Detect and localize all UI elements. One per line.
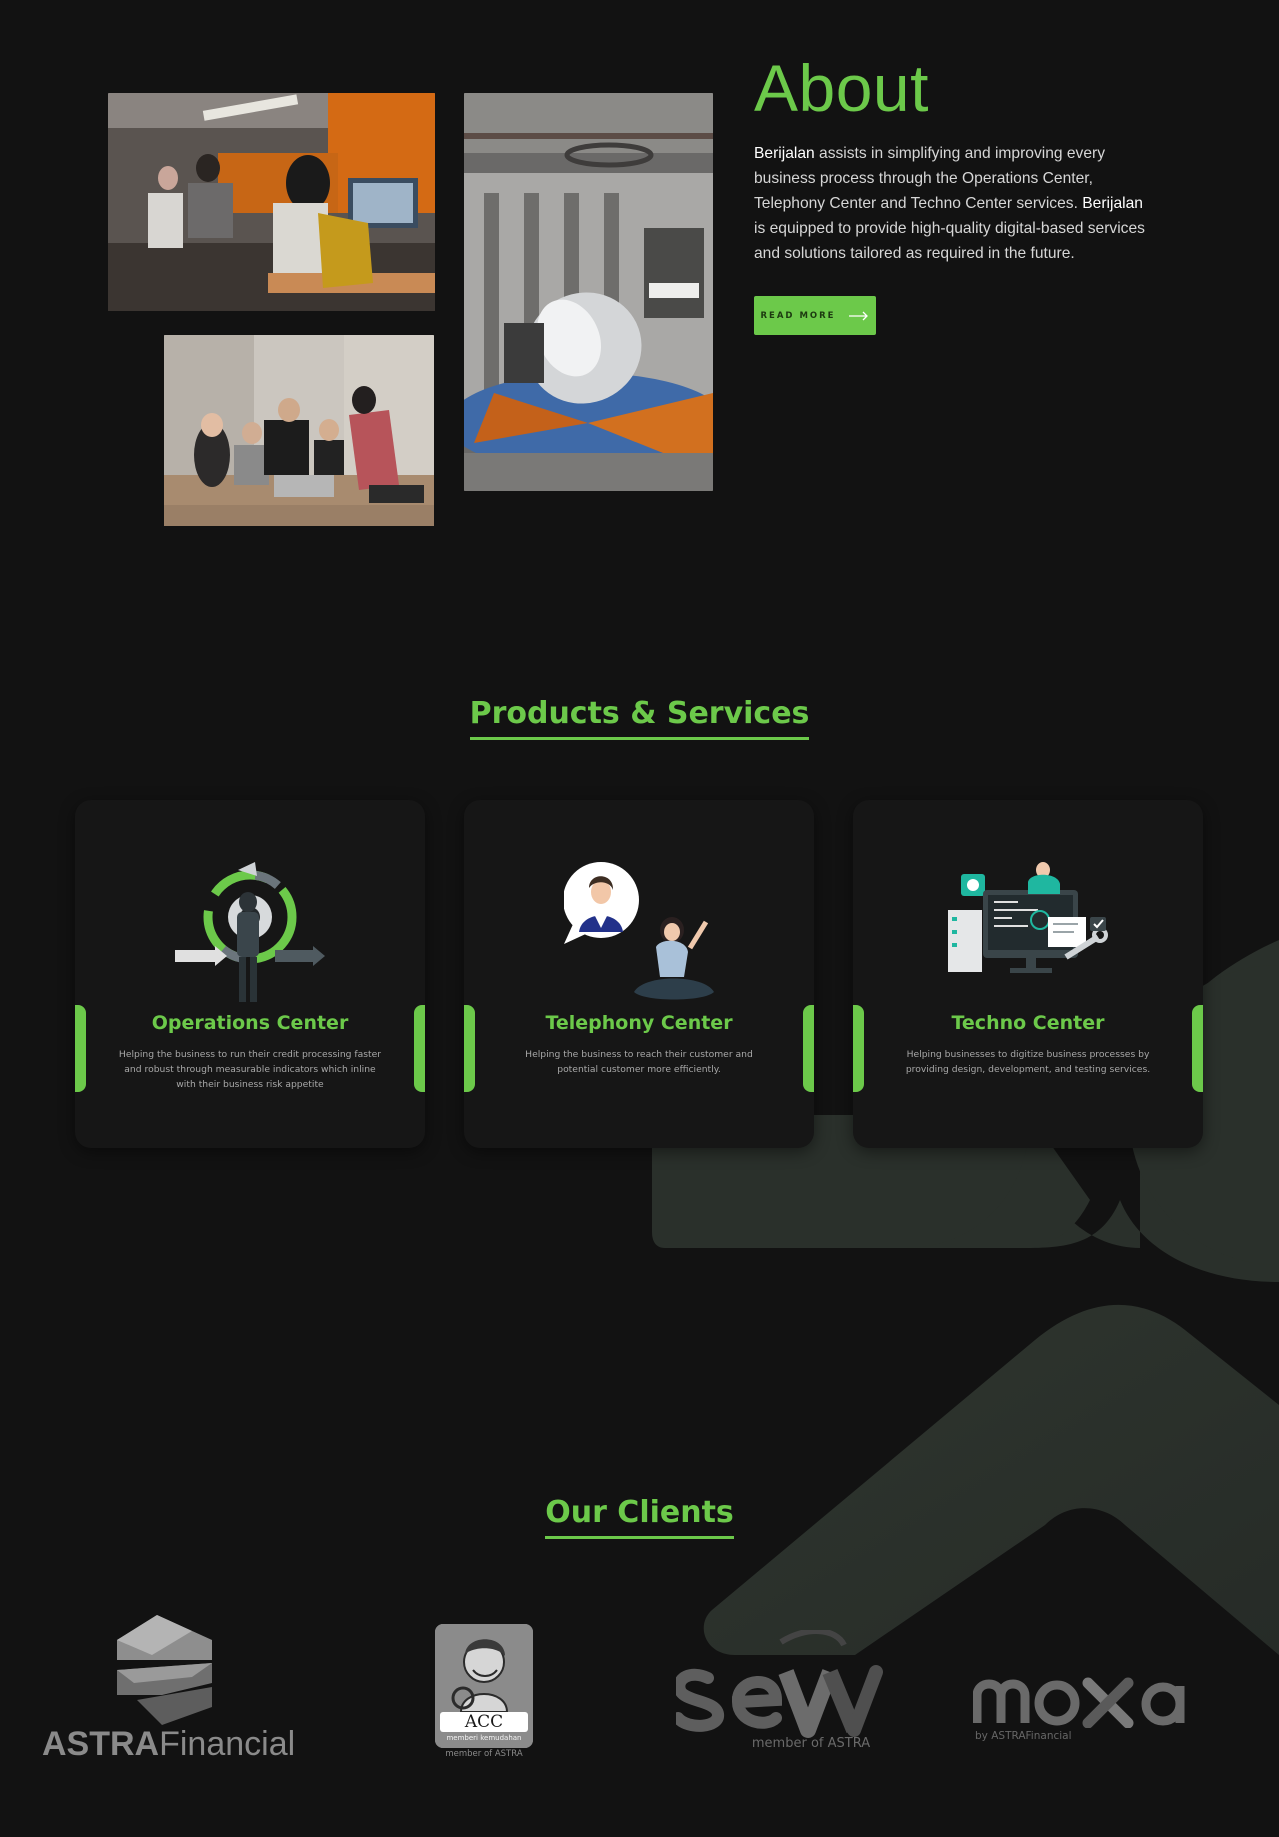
service-description: Helping the business to reach their cust…	[525, 1049, 753, 1075]
acc-tagline: memberi kemudahan	[446, 1734, 522, 1742]
acc-member-label: member of ASTRA	[445, 1749, 523, 1759]
service-title: Operations Center	[151, 1012, 349, 1034]
techno-illustration	[948, 862, 1108, 973]
client-astra-financial: ASTRAFinancial	[42, 1615, 296, 1775]
service-card-telephony[interactable]: Telephony Center Helping the business to…	[464, 800, 814, 1148]
about-description: Berijalan assists in simplifying and imp…	[754, 145, 1145, 262]
moxa-member-label: by ASTRAFinancial	[975, 1730, 1072, 1742]
client-acc: ACC memberi kemudahan member of ASTRA	[435, 1624, 535, 1759]
brand-name: Berijalan	[1082, 195, 1143, 212]
lounge-pod-photo	[464, 93, 713, 491]
client-moxa: by ASTRAFinancial	[973, 1668, 1193, 1753]
astra-financial-logo-mark	[117, 1615, 212, 1725]
seva-member-label: member of ASTRA	[751, 1736, 871, 1751]
telephony-illustration	[564, 862, 714, 1000]
clients-title: Our Clients	[0, 1495, 1279, 1539]
arrow-right-icon	[849, 311, 869, 320]
team-meeting-photo	[164, 335, 434, 526]
service-description: Helping businesses to digitize business …	[905, 1049, 1151, 1075]
client-seva: member of ASTRA	[676, 1630, 891, 1755]
astra-word: ASTRA	[42, 1725, 160, 1763]
acc-logo-badge: ACC memberi kemudahan	[435, 1624, 533, 1748]
read-more-button[interactable]: READ MORE	[754, 296, 876, 335]
about-title: About	[754, 51, 929, 125]
financial-word: Financial	[159, 1725, 296, 1763]
seva-logo-mark	[676, 1630, 883, 1738]
service-description: Helping the business to run their credit…	[118, 1049, 382, 1090]
service-card-techno[interactable]: Techno Center Helping businesses to digi…	[853, 800, 1203, 1148]
moxa-logo-mark	[973, 1677, 1185, 1728]
acc-wordmark: ACC	[440, 1712, 528, 1732]
operations-illustration	[175, 862, 325, 1002]
service-card-operations[interactable]: Operations Center Helping the business t…	[75, 800, 425, 1148]
service-title: Telephony Center	[545, 1012, 733, 1034]
services-title: Products & Services	[0, 696, 1279, 740]
brand-name: Berijalan	[754, 145, 815, 162]
service-title: Techno Center	[951, 1012, 1105, 1034]
read-more-label: READ MORE	[760, 310, 836, 321]
call-center-photo	[108, 93, 435, 311]
